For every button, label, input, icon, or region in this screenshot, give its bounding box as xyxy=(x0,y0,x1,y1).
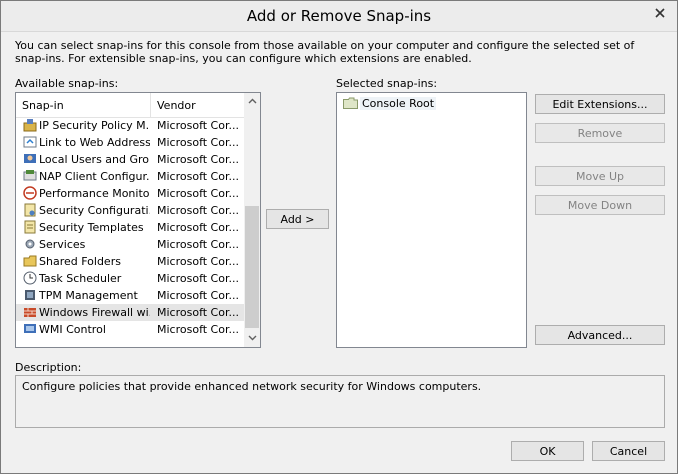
web-link-icon xyxy=(23,135,37,149)
users-icon xyxy=(23,152,37,166)
snapin-name: Security Templates xyxy=(39,221,144,234)
close-icon xyxy=(655,8,665,18)
snapin-name: Windows Firewall wi... xyxy=(39,306,150,319)
tree-item-console-root[interactable]: Console Root xyxy=(342,95,512,112)
snapin-vendor: Microsoft Cor... xyxy=(157,323,239,336)
move-down-button[interactable]: Move Down xyxy=(535,195,665,215)
scroll-up-button[interactable] xyxy=(244,93,260,109)
tpm-chip-icon xyxy=(23,288,37,302)
advanced-button[interactable]: Advanced... xyxy=(535,325,665,345)
snapin-vendor: Microsoft Cor... xyxy=(157,306,239,319)
snapin-vendor: Microsoft Cor... xyxy=(157,204,239,217)
add-button[interactable]: Add > xyxy=(266,209,329,229)
snapin-vendor: Microsoft Cor... xyxy=(157,289,239,302)
security-config-icon xyxy=(23,203,37,217)
description-box: Configure policies that provide enhanced… xyxy=(15,375,665,428)
snapin-name: Performance Monitor xyxy=(39,187,150,200)
snapin-name: TPM Management xyxy=(39,289,138,302)
move-up-button[interactable]: Move Up xyxy=(535,166,665,186)
cancel-button[interactable]: Cancel xyxy=(592,441,665,461)
nap-client-icon xyxy=(23,169,37,183)
services-gear-icon xyxy=(23,237,37,251)
add-remove-snapins-dialog: Add or Remove Snap-ins You can select sn… xyxy=(0,0,678,474)
snapin-name: Security Configurati... xyxy=(39,204,150,217)
column-header-vendor[interactable]: Vendor xyxy=(157,99,196,112)
close-button[interactable] xyxy=(645,1,675,25)
wmi-control-icon xyxy=(23,322,37,336)
folder-icon xyxy=(343,97,358,109)
snapin-name: Task Scheduler xyxy=(39,272,122,285)
edit-extensions-button[interactable]: Edit Extensions... xyxy=(535,94,665,114)
chevron-up-icon xyxy=(248,98,256,104)
vertical-scrollbar[interactable] xyxy=(244,93,260,347)
title-bar: Add or Remove Snap-ins xyxy=(1,1,677,32)
list-item[interactable]: Services Microsoft Cor... xyxy=(16,236,244,253)
chevron-down-icon xyxy=(248,335,256,341)
description-text: Configure policies that provide enhanced… xyxy=(22,380,482,393)
ok-button[interactable]: OK xyxy=(511,441,584,461)
list-item[interactable]: TPM Management Microsoft Cor... xyxy=(16,287,244,304)
snapin-vendor: Microsoft Cor... xyxy=(157,221,239,234)
list-item[interactable]: Task Scheduler Microsoft Cor... xyxy=(16,270,244,287)
remove-button[interactable]: Remove xyxy=(535,123,665,143)
snapin-vendor: Microsoft Cor... xyxy=(157,136,239,149)
snapin-vendor: Microsoft Cor... xyxy=(157,119,239,132)
snapin-vendor: Microsoft Cor... xyxy=(157,187,239,200)
list-item[interactable]: NAP Client Configur... Microsoft Cor... xyxy=(16,168,244,185)
list-header: Snap-in Vendor xyxy=(16,93,244,118)
task-scheduler-icon xyxy=(23,271,37,285)
performance-monitor-icon xyxy=(23,186,37,200)
snapin-name: Local Users and Gro... xyxy=(39,153,150,166)
snapin-name: Shared Folders xyxy=(39,255,121,268)
snapin-name: WMI Control xyxy=(39,323,106,336)
list-item[interactable]: Security Configurati... Microsoft Cor... xyxy=(16,202,244,219)
snapin-vendor: Microsoft Cor... xyxy=(157,272,239,285)
list-item[interactable]: IP Security Policy M... Microsoft Cor... xyxy=(16,117,244,134)
list-item[interactable]: Shared Folders Microsoft Cor... xyxy=(16,253,244,270)
scrollbar-thumb[interactable] xyxy=(245,206,259,328)
list-item[interactable]: Performance Monitor Microsoft Cor... xyxy=(16,185,244,202)
snapin-name: Link to Web Address xyxy=(39,136,150,149)
snapin-name: Services xyxy=(39,238,86,251)
snapin-name: IP Security Policy M... xyxy=(39,119,150,132)
selected-snapins-label: Selected snap-ins: xyxy=(336,77,438,90)
description-label: Description: xyxy=(15,361,82,374)
firewall-icon xyxy=(23,305,37,319)
list-item[interactable]: WMI Control Microsoft Cor... xyxy=(16,321,244,338)
selected-snapins-tree[interactable]: Console Root xyxy=(336,92,527,348)
snapin-name: NAP Client Configur... xyxy=(39,170,150,183)
list-item[interactable]: Link to Web Address Microsoft Cor... xyxy=(16,134,244,151)
list-item[interactable]: Security Templates Microsoft Cor... xyxy=(16,219,244,236)
column-header-snapin[interactable]: Snap-in xyxy=(22,99,64,112)
intro-text: You can select snap-ins for this console… xyxy=(15,39,635,65)
available-snapins-label: Available snap-ins: xyxy=(15,77,119,90)
snapin-vendor: Microsoft Cor... xyxy=(157,238,239,251)
scroll-down-button[interactable] xyxy=(244,330,260,346)
list-item[interactable]: Local Users and Gro... Microsoft Cor... xyxy=(16,151,244,168)
snapin-vendor: Microsoft Cor... xyxy=(157,255,239,268)
shared-folders-icon xyxy=(23,254,37,268)
security-templates-icon xyxy=(23,220,37,234)
console-root-label: Console Root xyxy=(360,97,437,110)
snapin-vendor: Microsoft Cor... xyxy=(157,170,239,183)
column-divider[interactable] xyxy=(150,93,151,117)
list-item[interactable]: Windows Firewall wi... Microsoft Cor... xyxy=(16,304,244,321)
available-snapins-list[interactable]: Snap-in Vendor IP Security Policy M... Mi… xyxy=(15,92,261,348)
snapin-vendor: Microsoft Cor... xyxy=(157,153,239,166)
dialog-title: Add or Remove Snap-ins xyxy=(246,7,432,25)
ip-security-icon xyxy=(23,118,37,132)
